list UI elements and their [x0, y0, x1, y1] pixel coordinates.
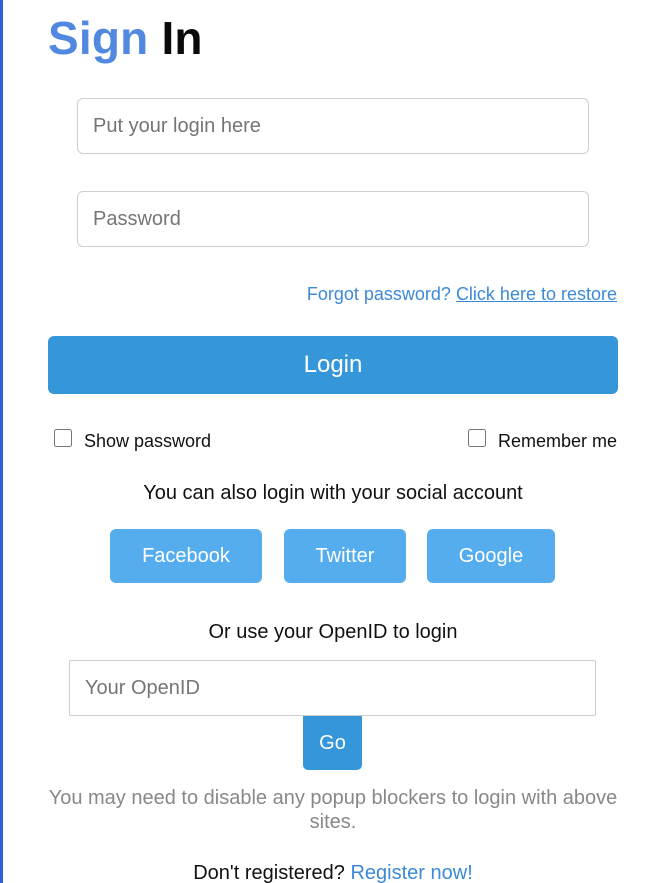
title-main-word: In: [161, 12, 203, 64]
remember-me-checkbox[interactable]: [467, 429, 486, 447]
register-row: Don't registered? Register now!: [0, 862, 660, 883]
register-link[interactable]: Register now!: [350, 862, 472, 883]
twitter-login-button[interactable]: Twitter: [284, 529, 406, 583]
register-prompt: Don't registered?: [193, 862, 345, 883]
restore-password-link[interactable]: Click here to restore: [456, 284, 617, 304]
left-accent-border: [0, 0, 3, 883]
sign-in-page: Sign In Forgot password? Click here to r…: [0, 0, 660, 883]
title-accent-word: Sign: [48, 12, 149, 64]
openid-go-button[interactable]: Go: [303, 716, 362, 770]
remember-me-label: Remember me: [497, 431, 617, 451]
social-login-heading: You can also login with your social acco…: [143, 482, 523, 504]
openid-heading: Or use your OpenID to login: [208, 621, 458, 643]
facebook-login-button[interactable]: Facebook: [110, 529, 262, 583]
openid-input[interactable]: [69, 660, 596, 716]
remember-me-option[interactable]: Remember me: [467, 428, 617, 451]
password-input[interactable]: [77, 191, 589, 247]
show-password-checkbox[interactable]: [54, 429, 72, 447]
login-input[interactable]: [77, 98, 589, 154]
login-button[interactable]: Login: [48, 336, 618, 394]
popup-blocker-note: You may need to disable any popup blocke…: [48, 787, 618, 833]
google-login-button[interactable]: Google: [427, 529, 555, 583]
page-title: Sign In: [48, 10, 203, 66]
forgot-password-text: Forgot password?: [306, 284, 451, 304]
forgot-password-row: Forgot password? Click here to restore: [307, 284, 617, 305]
show-password-option[interactable]: Show password: [54, 428, 212, 451]
show-password-label: Show password: [84, 431, 212, 451]
